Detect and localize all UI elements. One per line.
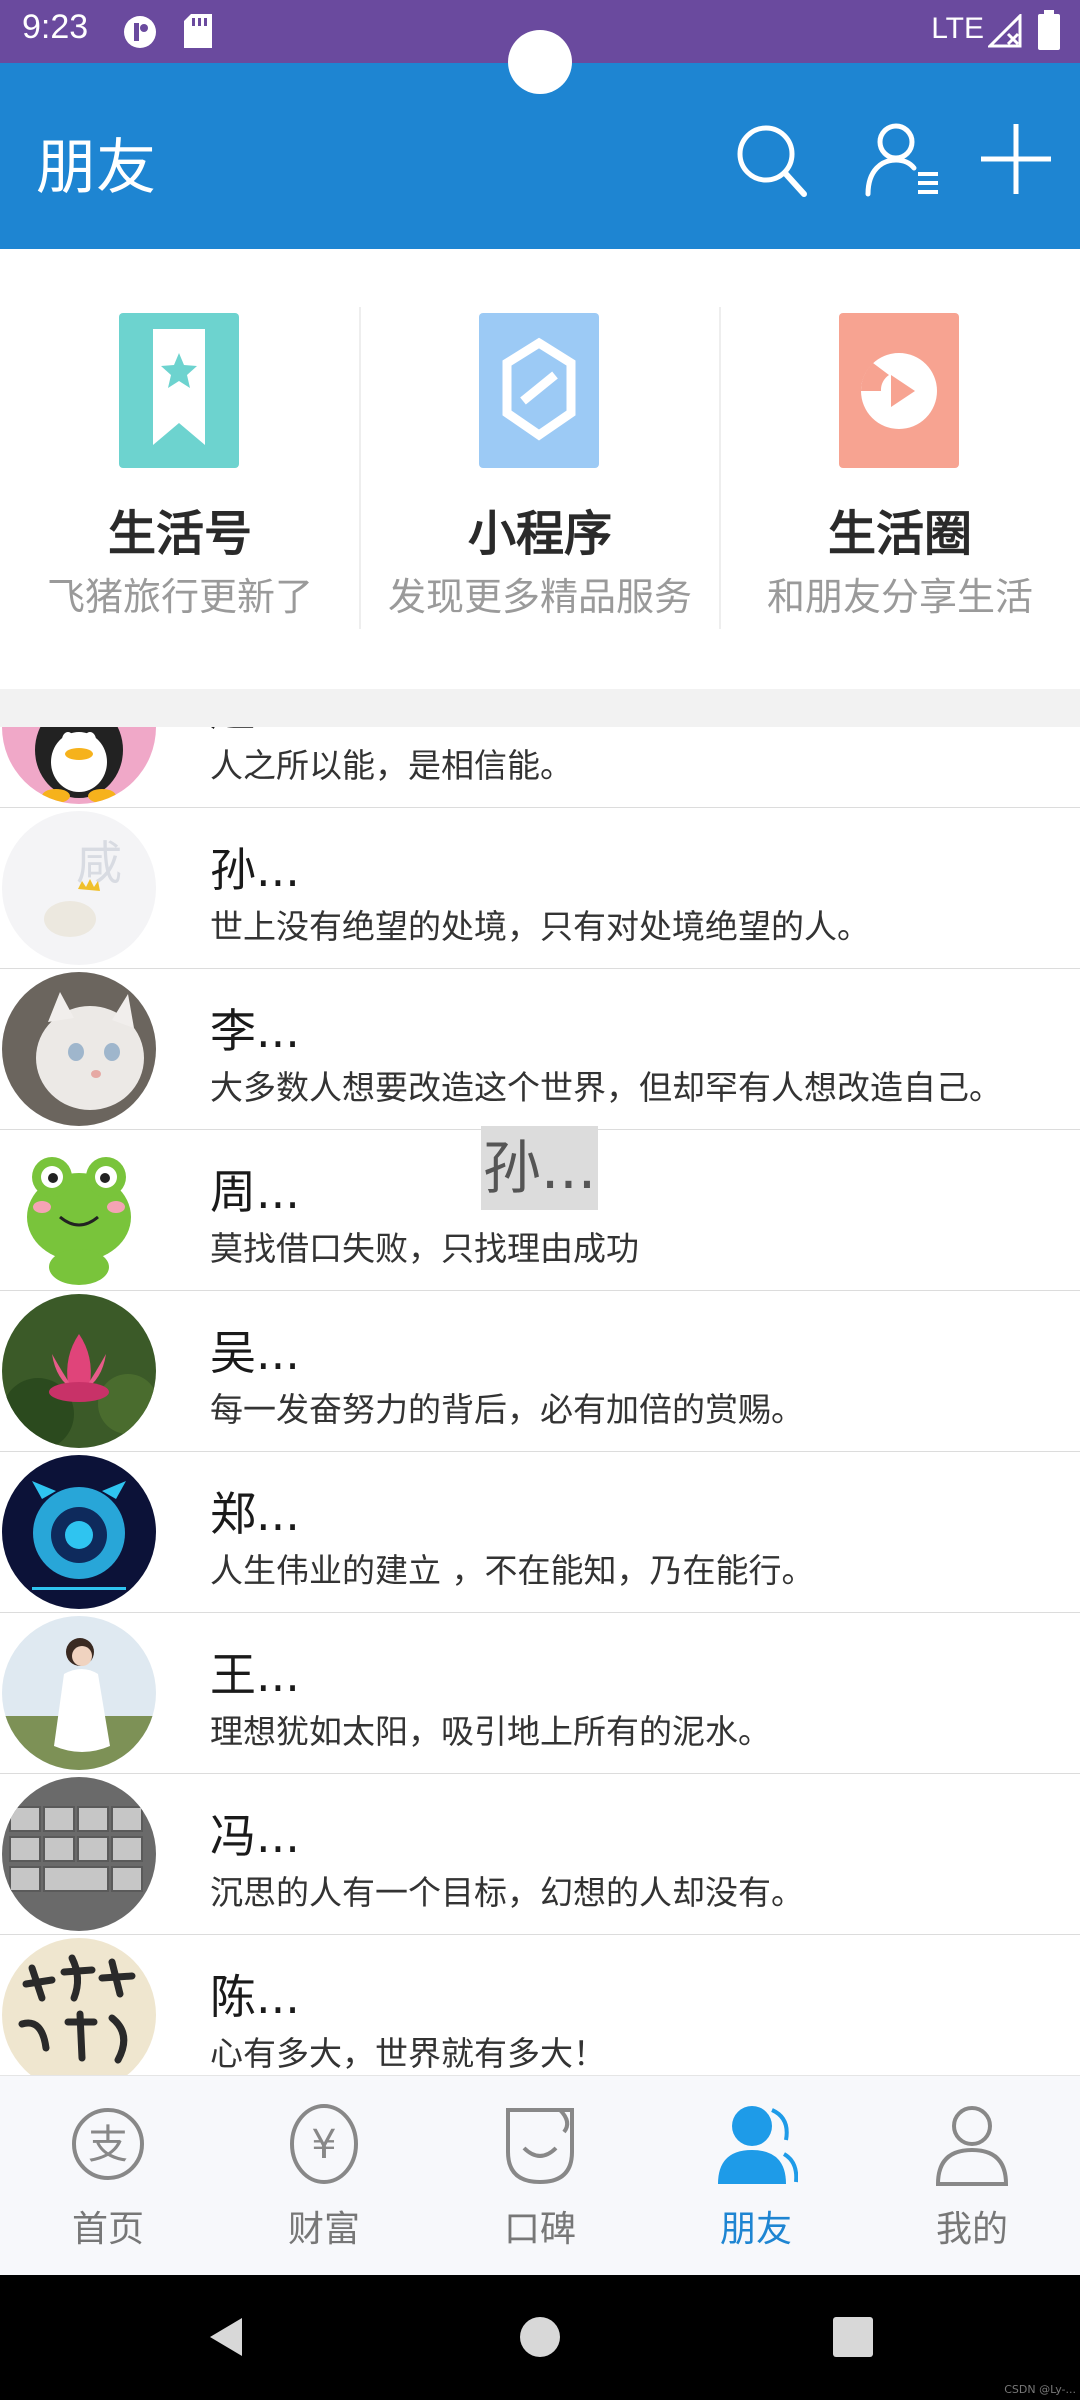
page-title: 朋友 <box>36 133 156 203</box>
search-icon[interactable] <box>730 118 812 200</box>
feature-subtitle: 和朋友分享生活 <box>766 575 1033 619</box>
list-item[interactable]: 冯... 沉思的人有一个目标，幻想的人却没有。 <box>0 1774 1080 1937</box>
friend-list[interactable]: 赵... 人之所以能，是相信能。 咸 孙... 世上没有绝望的处境，只有对处境绝… <box>0 727 1080 2075</box>
mini-program-icon <box>479 313 599 468</box>
list-item[interactable]: 王... 理想犹如太阳，吸引地上所有的泥水。 <box>0 1613 1080 1776</box>
friend-name: 冯... <box>210 1809 300 1863</box>
tab-label: 首页 <box>71 2209 144 2250</box>
feature-subtitle: 飞猪旅行更新了 <box>46 575 313 619</box>
friend-name: 孙... <box>210 843 300 897</box>
avatar <box>2 1294 156 1448</box>
friend-motto: 每一发奋努力的背后，必有加倍的赏赐。 <box>210 1390 804 1429</box>
svg-text:支: 支 <box>88 2122 128 2168</box>
friend-name: 周... <box>210 1165 300 1219</box>
person-icon <box>935 2106 1009 2186</box>
friend-motto: 沉思的人有一个目标，幻想的人却没有。 <box>210 1873 804 1912</box>
list-item[interactable]: 郑... 人生伟业的建立 ，不在能知，乃在能行。 <box>0 1452 1080 1615</box>
svg-text:¥: ¥ <box>311 2122 336 2168</box>
avatar <box>2 1133 156 1287</box>
feature-subtitle: 发现更多精品服务 <box>387 575 692 619</box>
bottom-tab-bar: 支 首页 ¥ 财富 口碑 朋友 我的 <box>0 2075 1080 2276</box>
status-time: 9:23 <box>22 8 89 46</box>
friend-motto: 心有多大，世界就有多大！ <box>210 2034 606 2073</box>
camera-cutout <box>508 30 572 94</box>
friend-motto: 世上没有绝望的处境，只有对处境绝望的人。 <box>210 907 870 946</box>
friend-name: 吴... <box>210 1326 300 1380</box>
friend-name: 王... <box>210 1648 300 1702</box>
feature-life-account[interactable]: 生活号 飞猪旅行更新了 <box>0 249 360 689</box>
feature-mini-program[interactable]: 小程序 发现更多精品服务 <box>360 249 720 689</box>
tab-label: 口碑 <box>503 2209 576 2250</box>
feature-life-circle[interactable]: 生活圈 和朋友分享生活 <box>720 249 1080 689</box>
contacts-icon[interactable] <box>862 118 944 200</box>
battery-icon <box>1038 10 1060 50</box>
avatar <box>2 1616 156 1770</box>
tab-wealth[interactable]: ¥ 财富 <box>216 2076 432 2276</box>
tab-friends[interactable]: 朋友 <box>648 2076 864 2276</box>
friend-motto: 莫找借口失败，只找理由成功 <box>210 1229 639 1268</box>
network-type: LTE <box>931 12 984 45</box>
tab-label: 我的 <box>935 2209 1008 2250</box>
life-circle-icon <box>839 313 959 468</box>
list-item[interactable]: 赵... 人之所以能，是相信能。 <box>0 727 1080 810</box>
feature-title: 生活圈 <box>827 506 972 562</box>
add-icon[interactable] <box>975 118 1057 200</box>
list-item[interactable]: 李... 大多数人想要改造这个世界，但却罕有人想改造自己。 <box>0 969 1080 1132</box>
back-icon[interactable] <box>200 2312 250 2362</box>
tab-label: 财富 <box>287 2209 360 2250</box>
avatar <box>2 727 156 804</box>
koubei-icon <box>506 2108 574 2185</box>
name-preview-overlay: 孙... <box>481 1126 598 1210</box>
yuan-icon: ¥ <box>290 2104 358 2184</box>
section-gap <box>0 689 1080 728</box>
feature-title: 小程序 <box>467 506 612 562</box>
friend-name: 陈... <box>210 1970 300 2024</box>
tab-home[interactable]: 支 首页 <box>0 2076 216 2276</box>
friend-name: 李... <box>210 1004 300 1058</box>
bookmark-star-icon <box>119 313 239 468</box>
tab-mine[interactable]: 我的 <box>864 2076 1080 2276</box>
friend-name: 赵... <box>210 727 300 739</box>
friend-motto: 人生伟业的建立 ，不在能知，乃在能行。 <box>210 1551 815 1590</box>
feature-shortcuts: 生活号 飞猪旅行更新了 小程序 发现更多精品服务 生活圈 和朋友分享生活 <box>0 249 1080 689</box>
recents-icon[interactable] <box>828 2312 878 2362</box>
friends-icon <box>718 2106 798 2184</box>
friend-motto: 大多数人想要改造这个世界，但却罕有人想改造自己。 <box>210 1068 1002 1107</box>
alipay-icon: 支 <box>72 2108 144 2180</box>
list-item[interactable]: 陈... 心有多大，世界就有多大！ <box>0 1935 1080 2075</box>
svg-text:咸: 咸 <box>76 836 122 890</box>
notification-icon <box>124 16 156 48</box>
avatar <box>2 1938 156 2075</box>
avatar <box>2 1777 156 1931</box>
tab-koubei[interactable]: 口碑 <box>432 2076 648 2276</box>
avatar <box>2 1455 156 1609</box>
avatar <box>2 972 156 1126</box>
tab-label: 朋友 <box>719 2209 792 2250</box>
avatar: 咸 <box>2 811 156 965</box>
system-nav-bar: CSDN @Ly-... <box>0 2275 1080 2400</box>
sd-card-icon <box>184 14 212 48</box>
list-item[interactable]: 吴... 每一发奋努力的背后，必有加倍的赏赐。 <box>0 1291 1080 1454</box>
watermark: CSDN @Ly-... <box>1004 2383 1076 2396</box>
feature-title: 生活号 <box>107 506 252 562</box>
signal-icon <box>988 14 1022 48</box>
home-icon[interactable] <box>515 2312 565 2362</box>
friend-motto: 理想犹如太阳，吸引地上所有的泥水。 <box>210 1712 771 1751</box>
friend-name: 郑... <box>210 1487 300 1541</box>
list-item[interactable]: 咸 孙... 世上没有绝望的处境，只有对处境绝望的人。 <box>0 808 1080 971</box>
friend-motto: 人之所以能，是相信能。 <box>210 746 573 785</box>
